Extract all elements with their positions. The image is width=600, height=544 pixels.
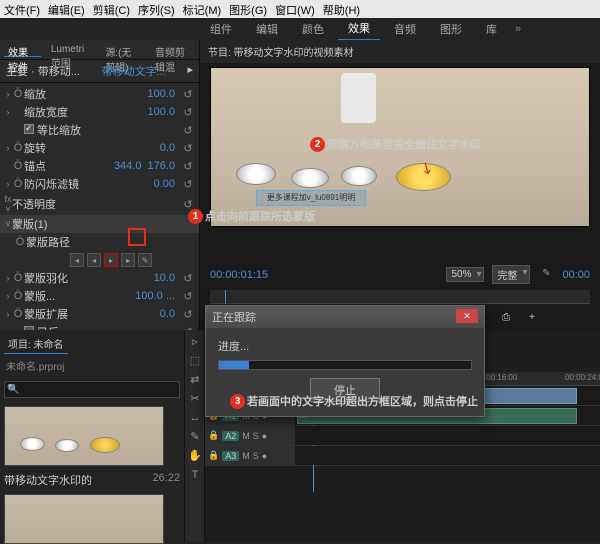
track-badge-a3[interactable]: A3: [222, 451, 239, 461]
project-tab[interactable]: 项目: 未命名: [4, 334, 68, 354]
mask-selection-box[interactable]: 更多课程加v_lu0891明明: [256, 190, 366, 206]
tool-palette: ▹ ⬚ ⇄ ✂ ↔ ✎ ✋ T: [185, 330, 205, 542]
zoom-dropdown[interactable]: 50%: [446, 267, 484, 282]
source-seq-label[interactable]: 带移动文字...: [102, 63, 166, 79]
prop-mask[interactable]: 蒙版(1): [12, 216, 195, 232]
sequence-title: 节目: 带移动文字水印的视频素材: [200, 40, 600, 63]
progress-label: 进度...: [218, 338, 472, 354]
clip-thumbnail-2[interactable]: [4, 494, 164, 544]
prop-rotate[interactable]: 旋转: [24, 140, 160, 156]
prop-mask-path[interactable]: 蒙版路径: [26, 234, 195, 250]
prop-scale-width[interactable]: 缩放宽度: [24, 104, 147, 120]
annotation-2: 2观察方框是否完全圈住文字水印: [310, 136, 481, 152]
project-name: 未命名.prproj: [4, 354, 180, 377]
prop-scalew-value[interactable]: 100.0: [147, 106, 181, 118]
prop-anchor[interactable]: 锚点: [24, 158, 114, 174]
tabs-overflow[interactable]: »: [515, 23, 521, 35]
menu-window[interactable]: 窗口(W): [275, 2, 315, 16]
panel-tab-effect-controls[interactable]: 效果控件: [4, 42, 41, 57]
track-prev-icon[interactable]: ◂: [87, 253, 101, 267]
panel-tab-source[interactable]: 源:(无剪辑): [101, 42, 145, 57]
menu-edit[interactable]: 编辑(E): [48, 2, 85, 16]
prop-flicker[interactable]: 防闪烁滤镜: [24, 176, 154, 192]
track-wrench-icon[interactable]: ✎: [138, 253, 152, 267]
pen-tool-icon[interactable]: ✎: [187, 429, 203, 445]
menu-mark[interactable]: 标记(M): [183, 2, 222, 16]
tab-audio[interactable]: 音频: [384, 18, 426, 40]
menu-sequence[interactable]: 序列(S): [138, 2, 175, 16]
track-a3: 🔒A3MS●: [205, 446, 600, 466]
menu-help[interactable]: 帮助(H): [323, 2, 360, 16]
prop-mask-expand[interactable]: 蒙版扩展: [24, 306, 160, 322]
annotation-1: 1点击向前跟踪所选蒙版: [188, 208, 315, 224]
program-monitor: 节目: 带移动文字水印的视频素材 更多课程加v_lu0891明明 00:00:0…: [200, 40, 600, 330]
source-main-label: 主要 · 带移动...: [6, 63, 80, 79]
add-icon[interactable]: +: [522, 310, 542, 326]
dialog-close-button[interactable]: ✕: [456, 309, 478, 323]
source-play-icon[interactable]: ▸: [187, 63, 193, 79]
annotation-3: 3若画面中的文字水印超出方框区域，则点击停止: [230, 393, 478, 409]
tab-edit[interactable]: 编辑: [246, 18, 288, 40]
ruler-tick: 00:00:24:00: [565, 373, 600, 382]
prop-opacity[interactable]: 不透明度: [12, 196, 181, 212]
preview-end-tc: 00:00: [562, 269, 590, 281]
property-list: ›Ö缩放100.0↺ ›缩放宽度100.0↺ 等比缩放↺ ›Ö旋转0.0↺ Ö锚…: [0, 83, 199, 343]
annotation-box-1: [128, 228, 146, 246]
track-back-icon[interactable]: ◂: [70, 253, 84, 267]
preview-scrubber[interactable]: [210, 290, 590, 304]
prop-anchor-y[interactable]: 176.0: [147, 160, 181, 172]
prop-maskexp-value[interactable]: 0.0: [160, 308, 181, 320]
tab-graphics[interactable]: 图形: [430, 18, 472, 40]
track-badge-a2[interactable]: A2: [222, 431, 239, 441]
tab-color[interactable]: 颜色: [292, 18, 334, 40]
prop-feather-value[interactable]: 10.0: [154, 272, 181, 284]
reset-icon[interactable]: ↺: [181, 88, 195, 101]
clip-label: 带移动文字水印的: [4, 475, 92, 487]
menu-bar: 文件(F) 编辑(E) 剪辑(C) 序列(S) 标记(M) 图形(G) 窗口(W…: [0, 0, 600, 18]
slip-tool-icon[interactable]: ↔: [187, 410, 203, 426]
effect-controls-panel: 效果控件 Lumetri 范围 源:(无剪辑) 音频剪辑混 主要 · 带移动..…: [0, 40, 200, 330]
workspace-tabs: 组件 编辑 颜色 效果 音频 图形 库 »: [0, 18, 600, 40]
uniform-scale-checkbox[interactable]: [24, 124, 34, 134]
search-input[interactable]: [4, 381, 180, 398]
menu-graphic[interactable]: 图形(G): [229, 2, 267, 16]
tab-effects[interactable]: 效果: [338, 17, 380, 41]
prop-scale[interactable]: 缩放: [24, 86, 147, 102]
prop-rotate-value[interactable]: 0.0: [160, 142, 181, 154]
prop-anchor-x[interactable]: 344.0: [114, 160, 148, 172]
export-frame-icon[interactable]: ⎙: [496, 310, 516, 326]
menu-clip[interactable]: 剪辑(C): [93, 2, 130, 16]
track-forward-button[interactable]: ▸: [104, 253, 118, 267]
razor-tool-icon[interactable]: ✂: [187, 391, 203, 407]
preview-object: [341, 73, 376, 123]
project-panel: 项目: 未命名 未命名.prproj 带移动文字水印的 26:22: [0, 330, 185, 542]
selection-tool-icon[interactable]: ▹: [187, 334, 203, 350]
progress-bar: [218, 360, 472, 370]
panel-tab-lumetri[interactable]: Lumetri 范围: [47, 42, 95, 57]
type-tool-icon[interactable]: T: [187, 467, 203, 483]
track-a2: 🔒A2MS●: [205, 426, 600, 446]
clip-thumbnail[interactable]: [4, 406, 164, 466]
prop-flicker-value[interactable]: 0.00: [154, 178, 181, 190]
uniform-scale-label: 等比缩放: [37, 125, 81, 137]
settings-icon[interactable]: ✎: [538, 268, 554, 282]
prop-feather[interactable]: 蒙版羽化: [24, 270, 154, 286]
tab-assembly[interactable]: 组件: [200, 18, 242, 40]
track-next-icon[interactable]: ▸: [121, 253, 135, 267]
prop-scale-value[interactable]: 100.0: [147, 88, 181, 100]
quality-dropdown[interactable]: 完整: [492, 265, 530, 284]
ripple-tool-icon[interactable]: ⇄: [187, 372, 203, 388]
hand-tool-icon[interactable]: ✋: [187, 448, 203, 464]
track-select-tool-icon[interactable]: ⬚: [187, 353, 203, 369]
clip-duration: 26:22: [152, 472, 180, 484]
dialog-title-label: 正在跟踪: [212, 309, 256, 325]
prop-maskop-value[interactable]: 100.0 ...: [135, 290, 181, 302]
panel-tab-audio-mixer[interactable]: 音频剪辑混: [151, 42, 195, 57]
menu-file[interactable]: 文件(F): [4, 2, 40, 16]
tab-library[interactable]: 库: [476, 18, 507, 40]
prop-mask-opacity[interactable]: 蒙版...: [24, 288, 135, 304]
preview-timecode[interactable]: 00:00:01:15: [210, 269, 268, 281]
